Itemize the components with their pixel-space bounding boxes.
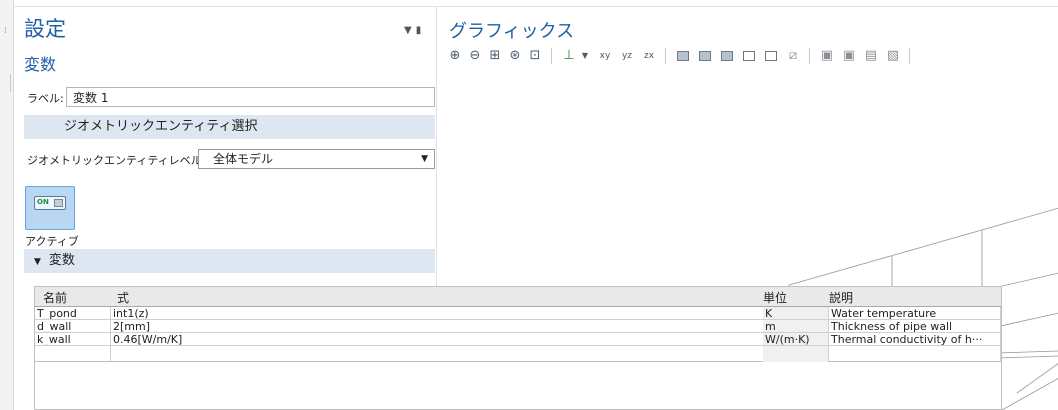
entity-level-value: 全体モデル: [213, 152, 274, 166]
chevron-down-icon: ▼: [421, 154, 428, 164]
toolbar-separator: [551, 48, 552, 64]
transparency-icon[interactable]: [719, 47, 735, 65]
panel-menu-icon[interactable]: ▼: [404, 25, 412, 36]
entity-level-row: ジオメトリックエンティティレベル: 全体モデル ▼: [24, 149, 435, 169]
zx-view-icon[interactable]: zx: [641, 47, 657, 65]
header-unit[interactable]: 単位: [763, 287, 829, 306]
xy-view-icon[interactable]: xy: [597, 47, 613, 65]
zoom-selected-icon[interactable]: ⊛: [507, 47, 523, 65]
scene-light-icon[interactable]: ▣: [819, 47, 835, 65]
cell-description[interactable]: Water temperature: [829, 307, 1001, 319]
cell-name[interactable]: T_pond: [35, 307, 111, 319]
entity-level-select[interactable]: 全体モデル ▼: [198, 149, 435, 169]
section-title: ジオメトリックエンティティ選択: [64, 119, 258, 134]
graphics-title: グラフィックス: [449, 21, 575, 42]
cell-unit: W/(m·K): [763, 333, 829, 345]
cell-expression[interactable]: 2[mm]: [111, 320, 797, 332]
yz-view-icon[interactable]: yz: [619, 47, 635, 65]
on-switch-icon: ON: [34, 196, 66, 210]
clear-selection-icon[interactable]: ⧄: [785, 47, 801, 65]
zoom-extents-icon[interactable]: ⊡: [527, 47, 543, 65]
cell-unit: K: [763, 307, 829, 319]
toolbar-separator: [665, 48, 666, 64]
cell-description[interactable]: Thickness of pipe wall: [829, 320, 1001, 332]
header-description[interactable]: 説明: [829, 287, 1001, 306]
table-row[interactable]: T_pond int1(z) K Water temperature: [35, 307, 1001, 320]
label-field-label: ラベル:: [27, 92, 64, 105]
cell-name[interactable]: k_wall: [35, 333, 111, 345]
header-name[interactable]: 名前: [35, 287, 111, 306]
toolbar-separator: [909, 48, 910, 64]
table-row[interactable]: d_wall 2[mm] m Thickness of pipe wall: [35, 320, 1001, 333]
geometric-entity-section-header[interactable]: ジオメトリックエンティティ選択: [24, 115, 435, 139]
graphics-toolbar: ⊕ ⊖ ⊞ ⊛ ⊡ ⊥ ▼ xy yz zx ⧄ ▣ ▣ ▤ ▧: [447, 47, 1058, 67]
label-row: ラベル:: [24, 87, 435, 107]
variables-section-header[interactable]: ▼ 変数: [24, 249, 435, 273]
active-label: アクティブ: [25, 235, 79, 248]
reset-view-icon[interactable]: ▧: [885, 47, 901, 65]
cell-description[interactable]: [829, 346, 1001, 362]
header-expression[interactable]: 式: [111, 287, 797, 306]
left-dock-strip: ⁞: [0, 0, 14, 410]
table-row[interactable]: k_wall 0.46[W/m/K] W/(m·K) Thermal condu…: [35, 333, 1001, 346]
hide-icon[interactable]: [763, 47, 779, 65]
cell-unit: m: [763, 320, 829, 332]
go-to-view-icon[interactable]: ⊥: [561, 47, 577, 65]
cell-expression[interactable]: 0.46[W/m/K]: [111, 333, 797, 345]
entity-level-label: ジオメトリックエンティティレベル:: [27, 154, 206, 167]
collapse-triangle-icon: ▼: [34, 257, 41, 267]
table-header: 名前 式 単位 説明: [35, 287, 1001, 307]
cell-description[interactable]: Thermal conductivity of h···: [829, 333, 1001, 345]
zoom-out-icon[interactable]: ⊖: [467, 47, 483, 65]
panel-menu-controls: ▼ ▮: [400, 25, 421, 36]
cell-name[interactable]: [35, 346, 111, 362]
cell-expression[interactable]: int1(z): [111, 307, 797, 319]
cell-unit: [763, 346, 829, 362]
node-name: 変数: [24, 55, 57, 74]
zoom-box-icon[interactable]: ⊞: [487, 47, 503, 65]
render-icon[interactable]: [697, 47, 713, 65]
wireframe-icon[interactable]: [675, 47, 691, 65]
section-title: 変数: [48, 253, 75, 268]
switch-knob: [54, 199, 63, 207]
toolbar-separator: [809, 48, 810, 64]
dock-divider: [10, 74, 13, 92]
zoom-in-icon[interactable]: ⊕: [447, 47, 463, 65]
panel-title: 設定: [24, 17, 66, 41]
print-icon[interactable]: ▤: [863, 47, 879, 65]
cell-name[interactable]: d_wall: [35, 320, 111, 332]
view-dropdown-icon[interactable]: ▼: [577, 47, 593, 65]
dock-grip-icon[interactable]: ⁞: [4, 26, 9, 36]
active-toggle-button[interactable]: ON: [25, 186, 75, 230]
label-input[interactable]: [66, 87, 435, 107]
variables-table: 名前 式 単位 説明 T_pond int1(z) K Water temper…: [34, 286, 1002, 410]
select-box-icon[interactable]: [741, 47, 757, 65]
cell-expression[interactable]: [111, 346, 797, 362]
switch-on-text: ON: [37, 198, 49, 206]
table-row-empty[interactable]: [35, 346, 1001, 362]
image-snapshot-icon[interactable]: ▣: [841, 47, 857, 65]
pin-icon[interactable]: ▮: [416, 25, 422, 36]
